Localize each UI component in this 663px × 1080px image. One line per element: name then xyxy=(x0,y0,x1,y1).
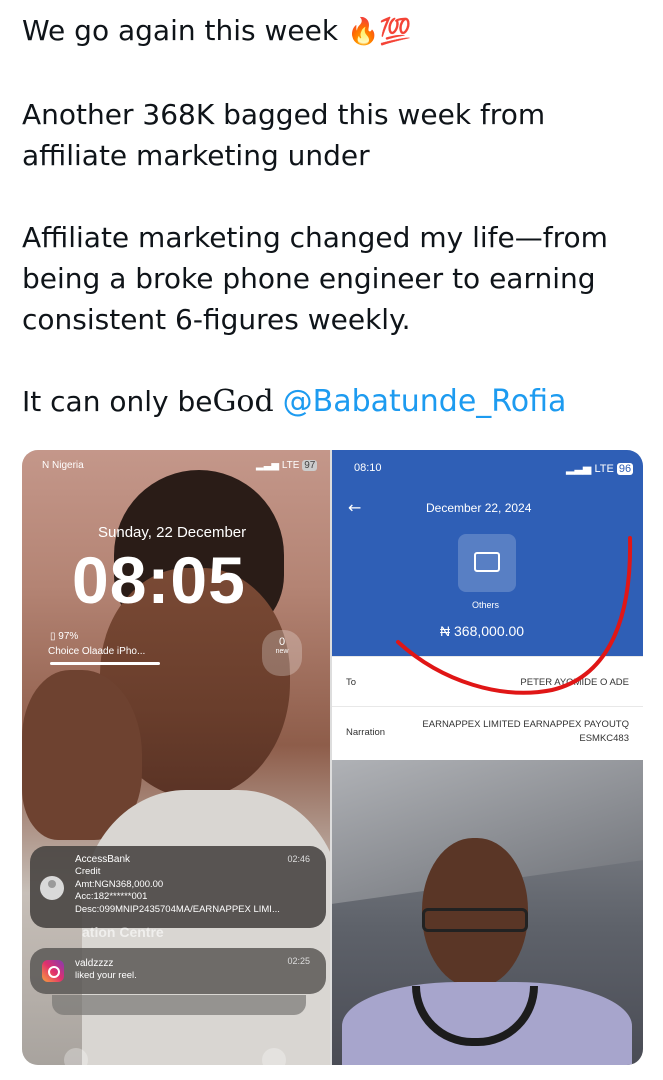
tweet-line: consistent 6-figures weekly. xyxy=(22,303,411,336)
selfie-glasses xyxy=(422,908,528,932)
fire-hundred-emoji: 🔥💯 xyxy=(346,17,412,47)
notification-time: 02:25 xyxy=(287,956,310,966)
row-value: ESMKC483 xyxy=(579,733,629,744)
pill-count: 0 xyxy=(278,636,286,648)
notification-count-pill: 0 new xyxy=(262,630,302,676)
lte-label: LTE xyxy=(281,460,300,471)
tweet-line: Affiliate marketing changed my life—from xyxy=(22,221,608,254)
tweet-text: We go again this week 🔥💯 Another 368K ba… xyxy=(22,10,647,422)
lock-date: Sunday, 22 December xyxy=(98,524,247,541)
notification-line: Amt:NGN368,000.00 xyxy=(75,878,164,890)
notification-line: Desc:099MNIP2435704MA/EARNAPPEX LIMI... xyxy=(75,903,280,915)
row-label: Narration xyxy=(346,727,386,738)
battery-bar xyxy=(50,662,160,665)
red-scribble-annotation xyxy=(396,536,633,695)
signal-label: ▂▃▅ LTE 97 xyxy=(256,460,318,471)
flashlight-icon[interactable] xyxy=(64,1048,88,1065)
battery-widget: ▯ 97% xyxy=(50,631,79,642)
notification-time: 02:46 xyxy=(287,854,310,864)
instagram-icon xyxy=(42,960,64,982)
notification-centre-label: ation Centre xyxy=(82,924,164,940)
bank-receipt-image[interactable]: 08:10 ▂▃▅ LTE 96 ← December 22, 2024 Oth… xyxy=(332,450,643,760)
bank-notification[interactable]: AccessBank 02:46 Credit Amt:NGN368,000.0… xyxy=(30,846,326,928)
contact-avatar-icon xyxy=(40,876,64,900)
tweet-line: Another 368K bagged this week from xyxy=(22,98,546,131)
tweet-line: affiliate marketing under xyxy=(22,139,370,172)
notification-body: Credit Amt:NGN368,000.00 Acc:182******00… xyxy=(75,866,280,916)
camera-icon[interactable] xyxy=(262,1048,286,1065)
tweet-line: being a broke phone engineer to earning xyxy=(22,262,596,295)
notification-line: Acc:182******001 xyxy=(75,891,148,902)
tweet-line-text: We go again this week xyxy=(22,14,339,47)
battery-badge: 97 xyxy=(302,460,318,471)
pill-label: new xyxy=(275,648,289,655)
instagram-notification[interactable]: valdzzzz 02:25 liked your reel. xyxy=(30,948,326,994)
notification-line: Credit xyxy=(75,866,101,877)
notification-app: AccessBank xyxy=(75,854,131,865)
lockscreen-image[interactable]: N Nigeria ▂▃▅ LTE 97 Sunday, 22 December… xyxy=(22,450,330,1065)
tweet-line: It can only beGod @Babatunde_Rofia xyxy=(22,381,647,422)
row-value: EARNAPPEX LIMITED EARNAPPEX PAYOUTQ xyxy=(422,719,629,730)
tweet-line: We go again this week 🔥💯 xyxy=(22,10,647,53)
stacked-notification xyxy=(52,995,306,1015)
user-mention-link[interactable]: @Babatunde_Rofia xyxy=(283,384,567,419)
device-name: Choice Olaade iPho... xyxy=(48,646,146,657)
tweet-line-text: It can only be xyxy=(22,385,213,418)
receipt-row-narration: Narration EARNAPPEX LIMITED EARNAPPEX PA… xyxy=(332,706,643,760)
selfie-image[interactable] xyxy=(332,760,643,1065)
notification-body: liked your reel. xyxy=(75,970,137,981)
tweet-god-text: God xyxy=(212,384,274,419)
battery-percent: 97% xyxy=(58,631,79,642)
tweet-media[interactable]: N Nigeria ▂▃▅ LTE 97 Sunday, 22 December… xyxy=(22,450,643,1065)
carrier-label: N Nigeria xyxy=(42,460,84,471)
notification-app: valdzzzz xyxy=(75,958,114,969)
lock-time: 08:05 xyxy=(72,543,246,617)
